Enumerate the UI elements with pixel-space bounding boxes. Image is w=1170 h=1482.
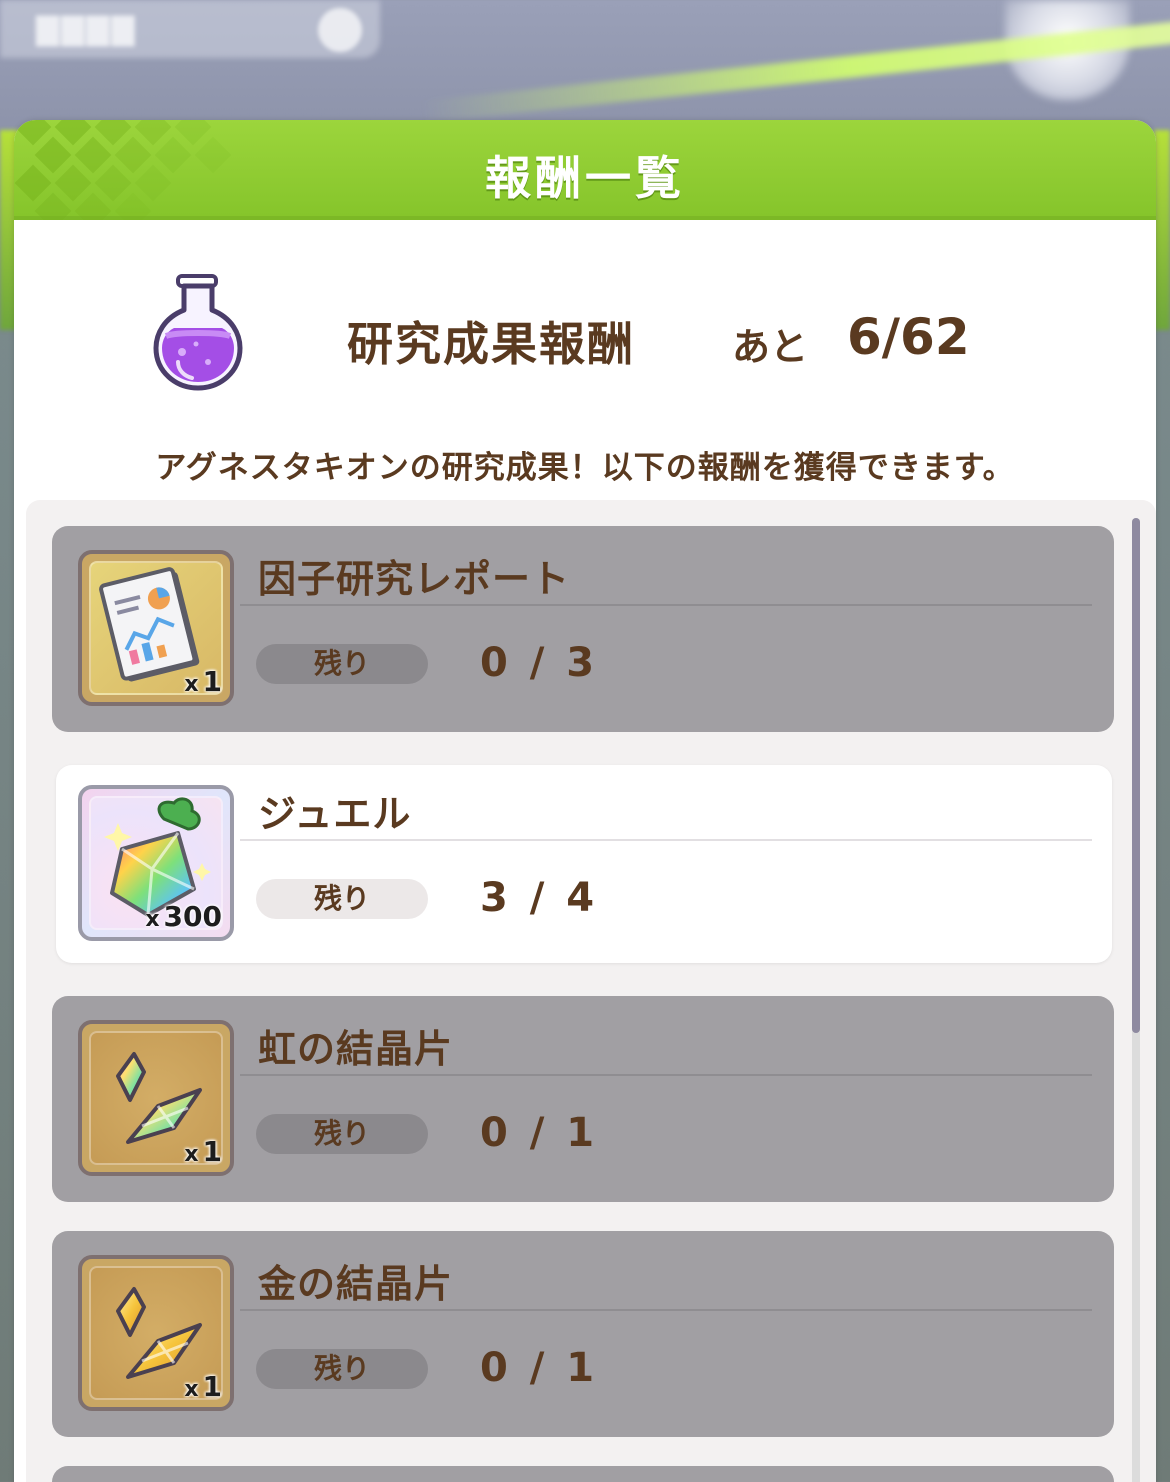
description-text: アグネスタキオンの研究成果！以下の報酬を獲得できます。 [155,450,1015,486]
summary-label: 研究成果報酬 [347,317,635,371]
item-icon-frame: x 300 [78,785,234,941]
item-icon-frame: x1 [78,1255,234,1411]
card-divider [240,1074,1092,1076]
item-icon-frame: x1 [78,550,234,706]
reward-list-dialog: 報酬一覧 研究成果報酬 あと 6/62 アグネスタキオンの研究成果！以下の報酬を… [14,120,1156,1482]
remaining-prefix: あと [732,325,809,369]
item-icon-frame: x1 [78,1020,234,1176]
dialog-header: 報酬一覧 [14,120,1156,220]
item-quantity: x1 [184,1370,222,1403]
remaining-label-pill: 残り [256,1114,428,1154]
card-divider [240,839,1092,841]
item-name: 金の結晶片 [258,1262,454,1306]
item-quantity: x1 [184,1135,222,1168]
background-blurred-text: ▇▇▇▇ [36,12,137,47]
remaining-label-pill: 残り [256,644,428,684]
item-quantity: x1 [184,665,222,698]
scrollbar-track[interactable] [1132,518,1140,1482]
item-name: 虹の結晶片 [258,1027,454,1071]
item-name: ジュエル [258,792,412,836]
remaining-count: 0 / 1 [480,1110,599,1156]
reward-card: x1 金の結晶片 残り 0 / 1 [52,1231,1114,1437]
reward-card: x 300 ジュエル 残り 3 / 4 [56,765,1112,963]
item-name: 因子研究レポート [258,557,571,601]
card-divider [240,604,1092,606]
scrollbar-thumb[interactable] [1132,518,1140,1033]
remaining-value: 6/62 [847,308,970,366]
background-blurred-icon [318,8,362,52]
background-green-edge-right [1154,130,1170,330]
remaining-count: 0 / 3 [480,640,599,686]
remaining-label-pill: 残り [256,1349,428,1389]
dialog-title: 報酬一覧 [485,151,685,205]
remaining-count: 3 / 4 [480,875,599,921]
card-divider [240,1309,1092,1311]
reward-card: x1 因子研究レポート 残り 0 / 3 [52,526,1114,732]
reward-card: x1 虹の結晶片 残り 0 / 1 [52,996,1114,1202]
reward-card [52,1466,1114,1482]
reward-list[interactable]: x1 因子研究レポート 残り 0 / 3 x 300 ジュエル 残り 3 / 4… [26,500,1156,1482]
item-quantity: x 300 [145,900,222,933]
remaining-label-pill: 残り [256,879,428,919]
flask-icon [152,270,244,396]
remaining-count: 0 / 1 [480,1345,599,1391]
